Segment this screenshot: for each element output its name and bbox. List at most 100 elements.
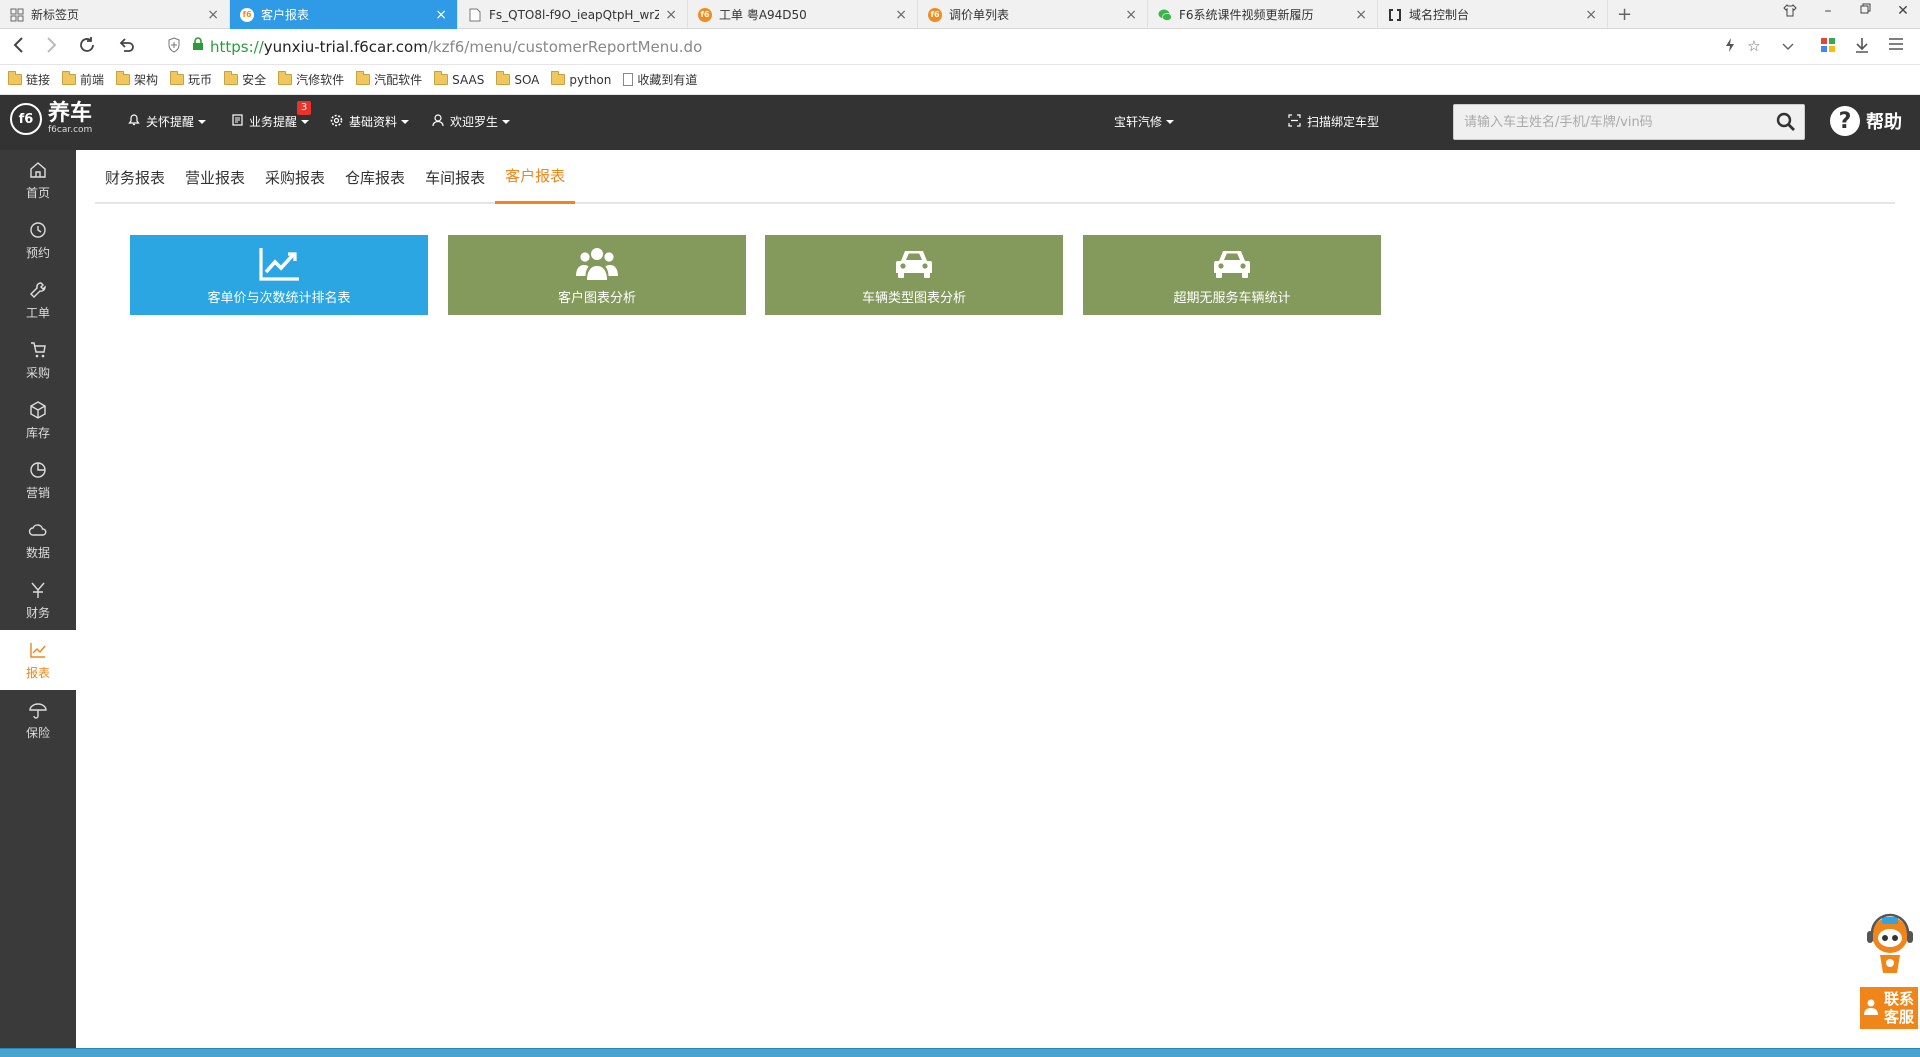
scan-bind-vehicle-button[interactable]: 扫描绑定车型 xyxy=(1288,113,1379,130)
tab-workshop-report[interactable]: 车间报表 xyxy=(415,150,495,204)
close-icon[interactable]: × xyxy=(1585,7,1597,23)
browser-tab[interactable]: 域名控制台 × xyxy=(1378,0,1608,29)
browser-tab[interactable]: Fs_QTO8l-f9O_ieapQtpH_wrZl × xyxy=(458,0,688,29)
tab-title: 客户报表 xyxy=(261,8,310,22)
search-icon[interactable] xyxy=(1776,112,1796,132)
tab-business-report[interactable]: 营业报表 xyxy=(175,150,255,204)
sidebar-item-label: 预约 xyxy=(25,245,50,260)
close-icon[interactable]: × xyxy=(665,7,677,23)
close-icon[interactable]: × xyxy=(435,7,447,23)
car-icon xyxy=(1214,250,1250,278)
url-text[interactable]: https://yunxiu-trial.f6car.com/kzf6/menu… xyxy=(210,38,702,56)
browser-tab[interactable]: f6 工单 粤A94D50 × xyxy=(688,0,918,29)
sidebar-item-data[interactable]: 数据 xyxy=(0,510,76,570)
customer-service-widget[interactable]: 联系 客服 xyxy=(1858,911,1920,1029)
close-icon[interactable]: × xyxy=(895,7,907,23)
tile-overdue-no-service[interactable]: 超期无服务车辆统计 xyxy=(1083,235,1381,315)
os-taskbar xyxy=(0,1048,1920,1057)
tab-label: 财务报表 xyxy=(105,168,166,187)
notification-badge[interactable]: 3 xyxy=(297,101,311,115)
window-close-icon[interactable]: ✕ xyxy=(1893,3,1913,19)
bookmark-item[interactable]: SAAS xyxy=(434,71,484,87)
bookmark-item[interactable]: 架构 xyxy=(116,71,158,88)
browser-tab[interactable]: f6 调价单列表 × xyxy=(918,0,1148,29)
tab-title: 工单 粤A94D50 xyxy=(719,8,807,22)
chevron-down-icon[interactable] xyxy=(1778,37,1798,55)
bookmark-item[interactable]: 链接 xyxy=(8,71,50,88)
logo[interactable]: f6 养车 f6car.com xyxy=(10,103,92,135)
menu-icon[interactable] xyxy=(1886,37,1906,55)
bookmark-label: python xyxy=(569,72,612,87)
sidebar-item-reports[interactable]: 报表 xyxy=(0,630,76,690)
tile-label: 超期无服务车辆统计 xyxy=(1173,290,1291,306)
bookmark-item[interactable]: 安全 xyxy=(224,71,266,88)
person-icon xyxy=(1864,999,1878,1020)
url-path: /kzf6/menu/customerReportMenu.do xyxy=(427,38,703,56)
bookmark-item[interactable]: 收藏到有道 xyxy=(623,71,697,88)
back-icon[interactable] xyxy=(8,36,30,59)
close-icon[interactable]: × xyxy=(1125,7,1137,23)
bookmark-item[interactable]: 汽修软件 xyxy=(278,71,344,88)
star-icon[interactable]: ☆ xyxy=(1744,37,1764,55)
contact-service-label[interactable]: 联系 客服 xyxy=(1860,987,1918,1029)
menu-basic-data[interactable]: 基础资料 xyxy=(330,113,410,130)
tab-finance-report[interactable]: 财务报表 xyxy=(95,150,175,204)
restore-icon[interactable] xyxy=(1856,3,1876,19)
search-input[interactable] xyxy=(1454,105,1754,139)
lightning-icon[interactable] xyxy=(1720,37,1740,57)
close-icon[interactable]: × xyxy=(1355,7,1367,23)
menu-care-reminder[interactable]: 关怀提醒 xyxy=(128,113,207,130)
close-icon[interactable]: × xyxy=(207,7,219,23)
store-selector[interactable]: 宝轩汽修 xyxy=(1114,113,1175,130)
bookmark-item[interactable]: SOA xyxy=(496,71,539,87)
sidebar-item-appointment[interactable]: 预约 xyxy=(0,210,76,270)
menu-business-reminder[interactable]: 业务提醒 xyxy=(232,113,310,130)
tile-vehicle-type-chart[interactable]: 车辆类型图表分析 xyxy=(765,235,1063,315)
browser-tab[interactable]: F6系统课件视频更新履历 × xyxy=(1148,0,1378,29)
yen-icon xyxy=(31,582,45,598)
menu-user[interactable]: 欢迎罗生 xyxy=(432,113,511,130)
app-header: f6 养车 f6car.com 关怀提醒 业务提醒 3 基础资料 欢迎罗生 宝轩… xyxy=(0,95,1920,150)
grid-icon xyxy=(10,8,24,22)
tab-purchase-report[interactable]: 采购报表 xyxy=(255,150,335,204)
bookmark-label: 安全 xyxy=(242,73,267,87)
sidebar-item-home[interactable]: 首页 xyxy=(0,150,76,210)
tab-warehouse-report[interactable]: 仓库报表 xyxy=(335,150,415,204)
sidebar-item-workorder[interactable]: 工单 xyxy=(0,270,76,330)
wrench-icon xyxy=(30,281,46,298)
sidebar-item-inventory[interactable]: 库存 xyxy=(0,390,76,450)
tab-label: 仓库报表 xyxy=(345,168,406,187)
bookmark-item[interactable]: 前端 xyxy=(62,71,104,88)
bookmark-item[interactable]: python xyxy=(551,71,612,87)
help-button[interactable]: ? 帮助 xyxy=(1830,106,1902,136)
tile-customer-chart-analysis[interactable]: 客户图表分析 xyxy=(448,235,746,315)
logo-main: 养车 xyxy=(48,101,93,126)
bookmark-item[interactable]: 汽配软件 xyxy=(356,71,422,88)
bell-icon xyxy=(128,114,140,129)
download-icon[interactable] xyxy=(1852,37,1872,57)
sidebar-item-finance[interactable]: 财务 xyxy=(0,570,76,630)
new-tab-button[interactable]: + xyxy=(1617,4,1632,25)
menu-label: 欢迎罗生 xyxy=(450,115,499,129)
reload-icon[interactable] xyxy=(76,36,98,59)
contact-service-text: 联系 客服 xyxy=(1884,990,1914,1026)
sidebar-item-marketing[interactable]: 营销 xyxy=(0,450,76,510)
shield-icon[interactable] xyxy=(164,37,184,57)
browser-tab[interactable]: 新标签页 × xyxy=(0,0,230,29)
minimize-icon[interactable]: – xyxy=(1818,3,1838,19)
home-icon xyxy=(30,161,46,178)
bookmark-item[interactable]: 玩币 xyxy=(170,71,212,88)
tab-title: 调价单列表 xyxy=(949,8,1010,22)
undo-icon[interactable] xyxy=(116,36,138,59)
bookmark-label: 前端 xyxy=(80,73,105,87)
apps-icon[interactable] xyxy=(1818,37,1838,57)
sidebar-item-insurance[interactable]: 保险 xyxy=(0,690,76,750)
forward-icon[interactable] xyxy=(40,36,62,59)
tab-customer-report[interactable]: 客户报表 xyxy=(495,150,576,204)
folder-icon xyxy=(356,71,371,85)
browser-tab-active[interactable]: f6 客户报表 × xyxy=(230,0,458,29)
shirt-icon[interactable] xyxy=(1780,3,1800,21)
sidebar-item-purchase[interactable]: 采购 xyxy=(0,330,76,390)
tile-avg-ticket-ranking[interactable]: 客单价与次数统计排名表 xyxy=(130,235,428,315)
tile-label: 车辆类型图表分析 xyxy=(861,290,966,306)
